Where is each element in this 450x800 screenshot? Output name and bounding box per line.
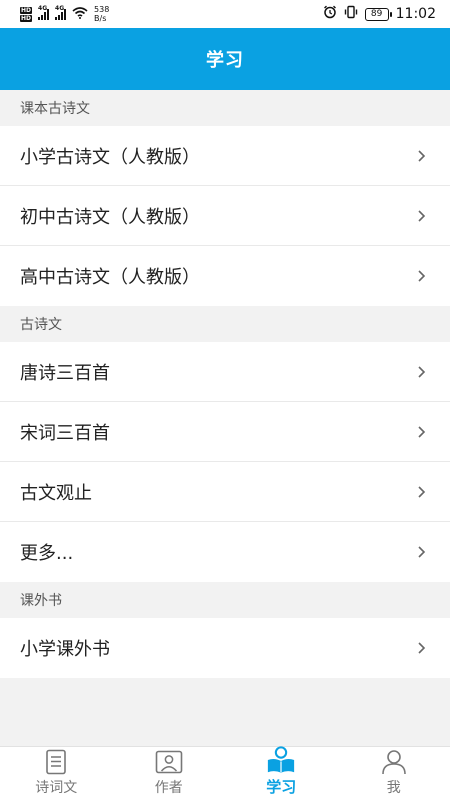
tab-me[interactable]: 我: [338, 747, 450, 800]
reading-person-icon: [266, 745, 296, 775]
bottom-nav: 诗词文 作者 学习 我: [0, 746, 450, 800]
tab-poems[interactable]: 诗词文: [0, 747, 113, 800]
tab-label: 作者: [154, 780, 183, 796]
section-header: 古诗文: [0, 306, 450, 342]
chevron-right-icon: [414, 209, 428, 223]
signal-icon: 4G: [38, 5, 50, 20]
app-header: 学习: [0, 28, 450, 90]
list-item[interactable]: 唐诗三百首: [0, 342, 450, 402]
list-item[interactable]: 古文观止: [0, 462, 450, 522]
section-header: 课本古诗文: [0, 90, 450, 126]
chevron-right-icon: [414, 425, 428, 439]
list-item[interactable]: 初中古诗文（人教版）: [0, 186, 450, 246]
list-item-label: 宋词三百首: [20, 422, 110, 444]
tab-study[interactable]: 学习: [225, 745, 338, 800]
list-item[interactable]: 更多...: [0, 522, 450, 582]
portrait-icon: [154, 747, 184, 776]
vibrate-icon: [344, 5, 358, 23]
network-speed: 538 B/s: [94, 5, 109, 23]
tab-label: 学习: [266, 778, 297, 796]
chevron-right-icon: [414, 269, 428, 283]
wifi-icon: [72, 6, 88, 22]
hd-indicator: HD HD: [20, 6, 33, 22]
list-item-label: 更多...: [20, 543, 74, 564]
status-bar-left: HD HD 4G 4G 538 B/s: [20, 5, 109, 23]
battery-level: 89: [370, 9, 383, 19]
list-item-label: 高中古诗文（人教版）: [20, 267, 200, 288]
chevron-right-icon: [414, 641, 428, 655]
list-item[interactable]: 小学古诗文（人教版）: [0, 126, 450, 186]
section-extracurricular: 小学课外书: [0, 618, 450, 678]
section-classics: 唐诗三百首 宋词三百首 古文观止 更多...: [0, 342, 450, 582]
chevron-right-icon: [414, 545, 428, 559]
tab-label: 诗词文: [35, 780, 78, 796]
list-item[interactable]: 宋词三百首: [0, 402, 450, 462]
study-list: 课本古诗文 小学古诗文（人教版） 初中古诗文（人教版） 高中古诗文（人教版） 古…: [0, 90, 450, 678]
list-item[interactable]: 高中古诗文（人教版）: [0, 246, 450, 306]
network-type: 4G: [55, 5, 65, 12]
network-speed-value: 538: [94, 5, 110, 14]
list-item-label: 古文观止: [20, 482, 92, 504]
section-textbook: 小学古诗文（人教版） 初中古诗文（人教版） 高中古诗文（人教版）: [0, 126, 450, 306]
hd-badge: HD: [20, 14, 33, 22]
list-item[interactable]: 小学课外书: [0, 618, 450, 678]
network-speed-unit: B/s: [94, 14, 107, 23]
signal-icon: 4G: [55, 5, 67, 20]
alarm-icon: [323, 5, 337, 23]
status-bar: HD HD 4G 4G 538 B/s 89 11:02: [0, 0, 450, 28]
chevron-right-icon: [414, 149, 428, 163]
list-item-label: 小学课外书: [20, 639, 110, 660]
user-icon: [379, 747, 409, 776]
list-item-label: 小学古诗文（人教版）: [20, 146, 200, 168]
hd-badge: HD: [20, 6, 33, 14]
tab-label: 我: [386, 780, 401, 796]
battery-icon: 89: [364, 7, 392, 21]
chevron-right-icon: [414, 365, 428, 379]
network-type: 4G: [38, 5, 48, 12]
list-item-label: 唐诗三百首: [20, 362, 110, 384]
status-bar-right: 89 11:02: [323, 5, 436, 23]
clock: 11:02: [395, 6, 436, 22]
tab-authors[interactable]: 作者: [113, 747, 226, 800]
document-icon: [41, 747, 71, 776]
chevron-right-icon: [414, 485, 428, 499]
page-title: 学习: [206, 50, 244, 71]
section-header: 课外书: [0, 582, 450, 618]
list-item-label: 初中古诗文（人教版）: [20, 206, 200, 228]
